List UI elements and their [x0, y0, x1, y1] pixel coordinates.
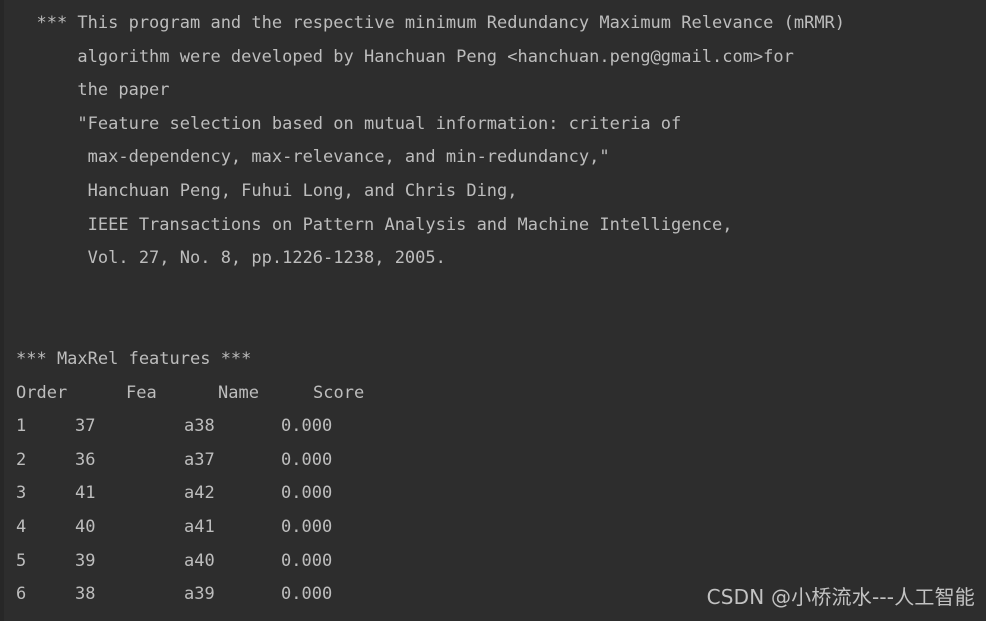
- terminal-console[interactable]: *** This program and the respective mini…: [0, 0, 986, 621]
- cell-fea: 41: [75, 483, 96, 504]
- cell-score: 0.000: [281, 584, 333, 605]
- banner-line: algorithm were developed by Hanchuan Pen…: [16, 46, 794, 67]
- banner-line: Vol. 27, No. 8, pp.1226-1238, 2005.: [16, 248, 446, 269]
- banner-line: the paper: [16, 80, 170, 101]
- cell-fea: 36: [75, 449, 96, 470]
- cell-fea: 37: [75, 416, 96, 437]
- cell-score: 0.000: [281, 483, 333, 504]
- column-header-score: Score: [313, 382, 365, 403]
- table-row: 2 36 a37 0.000: [0, 444, 986, 478]
- cell-order: 3: [16, 483, 27, 504]
- cell-name: a39: [184, 584, 215, 605]
- column-header-fea: Fea: [126, 382, 157, 403]
- cell-score: 0.000: [281, 416, 333, 437]
- console-output-area: *** This program and the respective mini…: [0, 7, 986, 612]
- cell-name: a41: [184, 516, 215, 537]
- maxrel-table-header: Order Fea Name Score: [0, 377, 986, 411]
- table-row: 5 39 a40 0.000: [0, 545, 986, 579]
- cell-order: 1: [16, 416, 27, 437]
- banner-line: *** This program and the respective mini…: [16, 13, 846, 33]
- banner-line: max-dependency, max-relevance, and min-r…: [16, 147, 610, 168]
- cell-order: 6: [16, 584, 27, 605]
- cell-score: 0.000: [281, 550, 333, 571]
- csdn-watermark: CSDN @小桥流水---人工智能: [706, 585, 975, 610]
- cell-name: a38: [184, 416, 215, 437]
- table-row: 3 41 a42 0.000: [0, 477, 986, 511]
- cell-name: a42: [184, 483, 215, 504]
- cell-score: 0.000: [281, 516, 333, 537]
- column-header-name: Name: [218, 382, 259, 403]
- table-row: 4 40 a41 0.000: [0, 511, 986, 545]
- cell-order: 5: [16, 550, 27, 571]
- cell-fea: 38: [75, 584, 96, 605]
- cell-name: a37: [184, 449, 215, 470]
- cell-score: 0.000: [281, 449, 333, 470]
- banner-line: "Feature selection based on mutual infor…: [16, 113, 682, 134]
- maxrel-section-title: *** MaxRel features ***: [16, 348, 252, 369]
- cell-order: 4: [16, 516, 27, 537]
- table-row: 1 37 a38 0.000: [0, 410, 986, 444]
- cell-fea: 39: [75, 550, 96, 571]
- cell-name: a40: [184, 550, 215, 571]
- cell-order: 2: [16, 449, 27, 470]
- banner-line: Hanchuan Peng, Fuhui Long, and Chris Din…: [16, 180, 518, 201]
- column-header-order: Order: [16, 382, 68, 403]
- banner-line: IEEE Transactions on Pattern Analysis an…: [16, 214, 733, 235]
- cell-fea: 40: [75, 516, 96, 537]
